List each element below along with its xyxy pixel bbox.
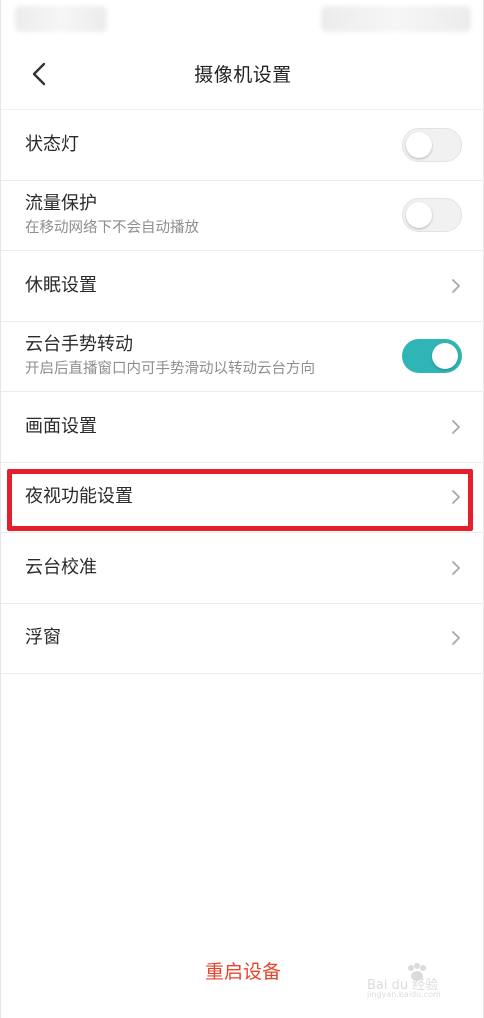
chevron-right-icon xyxy=(452,419,460,434)
back-button[interactable] xyxy=(25,60,53,88)
status-bar xyxy=(15,0,471,38)
app-frame: 摄像机设置 状态灯 流量保护 在移动网络下不会自动播放 休眠设置 云台手势转动 … xyxy=(0,0,484,1018)
setting-row-ptz-calibration[interactable]: 云台校准 xyxy=(1,533,484,604)
ptz-gesture-toggle[interactable] xyxy=(402,339,462,374)
setting-label: 夜视功能设置 xyxy=(25,486,133,508)
status-bar-right-blurred xyxy=(321,6,471,32)
status-bar-left-blurred xyxy=(15,6,107,32)
page-title: 摄像机设置 xyxy=(194,64,292,86)
setting-row-night-vision[interactable]: 夜视功能设置 xyxy=(1,463,484,533)
watermark-logo: Bai du 经验 jingyan.baidu.com xyxy=(367,960,465,1000)
watermark-sub: jingyan.baidu.com xyxy=(367,990,441,999)
chevron-right-icon xyxy=(452,278,460,293)
setting-label: 休眠设置 xyxy=(25,274,97,296)
page-header: 摄像机设置 xyxy=(1,38,484,110)
status-light-toggle[interactable] xyxy=(402,127,462,162)
setting-row-sleep[interactable]: 休眠设置 xyxy=(1,251,484,322)
toggle-knob xyxy=(406,202,432,229)
settings-list: 状态灯 流量保护 在移动网络下不会自动播放 休眠设置 云台手势转动 开启后直播窗… xyxy=(1,110,484,674)
chevron-right-icon xyxy=(452,490,460,505)
chevron-right-icon xyxy=(452,560,460,575)
setting-row-ptz-gesture: 云台手势转动 开启后直播窗口内可手势滑动以转动云台方向 xyxy=(1,322,484,392)
setting-row-data-saver: 流量保护 在移动网络下不会自动播放 xyxy=(1,181,484,251)
toggle-knob xyxy=(406,131,432,158)
setting-row-floating-window[interactable]: 浮窗 xyxy=(1,604,484,674)
toggle-knob xyxy=(432,343,458,370)
setting-row-status-light: 状态灯 xyxy=(1,110,484,181)
setting-row-picture[interactable]: 画面设置 xyxy=(1,392,484,463)
data-saver-toggle[interactable] xyxy=(402,198,462,233)
setting-label: 浮窗 xyxy=(25,627,61,649)
setting-label: 云台校准 xyxy=(25,556,97,578)
setting-label: 画面设置 xyxy=(25,415,97,437)
chevron-left-icon xyxy=(32,62,46,86)
chevron-right-icon xyxy=(452,631,460,646)
